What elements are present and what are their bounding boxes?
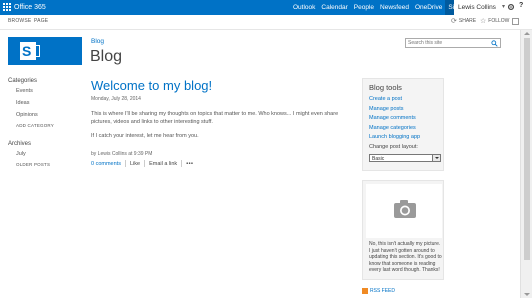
- suite-link-calendar[interactable]: Calendar: [318, 0, 350, 15]
- email-link[interactable]: Email a link: [149, 161, 177, 167]
- blog-tools-title: Blog tools: [369, 83, 402, 92]
- search-icon[interactable]: [491, 40, 498, 47]
- launch-blogging-app-link[interactable]: Launch blogging app: [369, 134, 420, 140]
- categories-heading: Categories: [8, 78, 38, 84]
- share-label: SHARE: [458, 18, 477, 24]
- divider: [144, 160, 146, 167]
- post-byline: by Lewis Collins at 9:39 PM: [91, 151, 153, 157]
- suite-link-outlook[interactable]: Outlook: [290, 0, 318, 15]
- post-paragraph-2: If I catch your interest, let me hear fr…: [91, 133, 199, 139]
- chevron-down-icon: ▾: [502, 4, 506, 10]
- page-title: Blog: [90, 48, 123, 65]
- vertical-scrollbar[interactable]: [520, 30, 532, 298]
- suite-link-people[interactable]: People: [351, 0, 377, 15]
- post-layout-value: Basic: [372, 156, 385, 162]
- search-box[interactable]: [405, 38, 501, 48]
- create-post-link[interactable]: Create a post: [369, 96, 402, 102]
- follow-label: FOLLOW: [488, 18, 510, 24]
- app-launcher-icon[interactable]: [3, 3, 11, 11]
- about-me-panel: No, this isn't actually my picture. I ju…: [362, 180, 444, 280]
- manage-categories-link[interactable]: Manage categories: [369, 125, 416, 131]
- post-date: Monday, July 28, 2014: [91, 96, 141, 102]
- rss-icon: [362, 288, 368, 294]
- scroll-down-arrow[interactable]: [524, 293, 530, 296]
- scrollbar-thumb[interactable]: [524, 38, 530, 260]
- ribbon-bar: BROWSE PAGE ⟳ SHARE ☆ FOLLOW: [0, 15, 532, 30]
- sharepoint-logo-icon: S: [20, 42, 36, 60]
- add-category-link[interactable]: ADD CATEGORY: [16, 123, 54, 128]
- older-posts-link[interactable]: OLDER POSTS: [16, 162, 50, 167]
- more-options-icon[interactable]: •••: [186, 161, 193, 167]
- post-title[interactable]: Welcome to my blog!: [91, 78, 212, 93]
- post-layout-select[interactable]: Basic: [369, 154, 441, 162]
- focus-content-icon[interactable]: [512, 18, 519, 25]
- post-actions: 0 comments Like Email a link •••: [91, 160, 193, 167]
- comments-link[interactable]: 0 comments: [91, 161, 121, 167]
- tab-page[interactable]: PAGE: [34, 18, 48, 24]
- post-layout-label: Change post layout:: [369, 144, 418, 150]
- manage-posts-link[interactable]: Manage posts: [369, 106, 404, 112]
- rss-feed-link[interactable]: RSS FEED: [362, 288, 395, 294]
- search-input[interactable]: [408, 39, 490, 47]
- camera-icon: [394, 200, 416, 218]
- manage-comments-link[interactable]: Manage comments: [369, 115, 416, 121]
- suite-bar: Office 365 Outlook Calendar People Newsf…: [0, 0, 532, 15]
- profile-photo-placeholder: [366, 184, 442, 238]
- post-paragraph-1: This is where I'll be sharing my thought…: [91, 111, 339, 125]
- breadcrumb[interactable]: Blog: [91, 38, 104, 45]
- divider: [124, 160, 126, 167]
- about-me-text: No, this isn't actually my picture. I ju…: [369, 241, 442, 273]
- help-icon[interactable]: ?: [519, 2, 523, 9]
- share-button[interactable]: ⟳ SHARE: [451, 17, 476, 25]
- office-365-brand[interactable]: Office 365: [14, 2, 46, 13]
- tab-browse[interactable]: BROWSE: [8, 18, 31, 24]
- follow-button[interactable]: ☆ FOLLOW: [480, 17, 509, 25]
- share-icon: ⟳: [451, 18, 457, 25]
- gear-icon[interactable]: [507, 3, 515, 11]
- site-logo[interactable]: S: [8, 37, 82, 65]
- star-icon: ☆: [480, 18, 487, 25]
- like-link[interactable]: Like: [130, 161, 140, 167]
- archives-heading: Archives: [8, 141, 32, 147]
- category-opinions[interactable]: Opinions: [16, 112, 38, 118]
- suite-nav: Outlook Calendar People Newsfeed OneDriv…: [290, 0, 466, 15]
- divider: [181, 160, 183, 167]
- category-ideas[interactable]: Ideas: [16, 100, 29, 106]
- suite-link-newsfeed[interactable]: Newsfeed: [377, 0, 412, 15]
- chevron-down-icon: [432, 155, 440, 161]
- scroll-up-arrow[interactable]: [524, 32, 530, 35]
- category-events[interactable]: Events: [16, 88, 33, 94]
- archive-july[interactable]: July: [16, 151, 26, 157]
- suite-link-onedrive[interactable]: OneDrive: [412, 0, 445, 15]
- blog-tools-panel: Blog tools Create a post Manage posts Ma…: [362, 78, 444, 171]
- rss-feed-label: RSS FEED: [370, 288, 396, 294]
- user-name: Lewis Collins: [458, 4, 496, 11]
